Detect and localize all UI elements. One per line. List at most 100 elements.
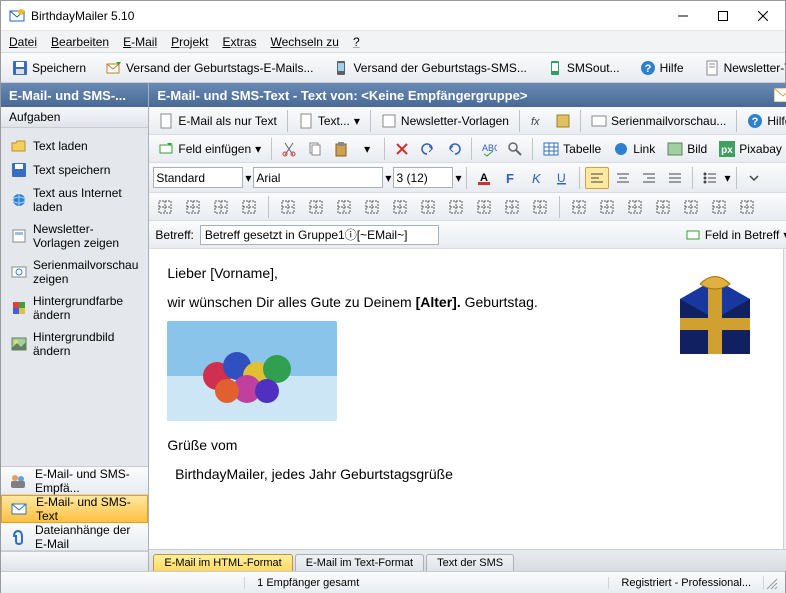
- link-button[interactable]: Link: [608, 137, 660, 161]
- smsout-button[interactable]: SMSout...: [542, 56, 625, 80]
- border-tool-6[interactable]: [332, 196, 356, 218]
- sidebar-item-text-laden[interactable]: Text laden: [5, 134, 144, 158]
- border-tool-5[interactable]: [304, 196, 328, 218]
- border-tool-20[interactable]: [735, 196, 759, 218]
- tab-sms[interactable]: Text der SMS: [426, 554, 514, 571]
- menu-wechseln[interactable]: Wechseln zu: [271, 35, 339, 49]
- sidebar-item-bgcolor[interactable]: Hintergrundfarbe ändern: [5, 290, 144, 326]
- title-bar: BirthdayMailer 5.10: [1, 1, 785, 31]
- subject-input[interactable]: [200, 225, 439, 245]
- nav-text[interactable]: E-Mail- und SMS-Text: [1, 495, 148, 523]
- size-select[interactable]: [393, 167, 453, 188]
- send-email-button[interactable]: Versand der Geburtstags-E-Mails...: [101, 56, 318, 80]
- resize-grip[interactable]: [763, 576, 779, 590]
- border-tool-4[interactable]: [276, 196, 300, 218]
- dropdown-icon[interactable]: ▾: [385, 171, 391, 185]
- border-tool-10[interactable]: [444, 196, 468, 218]
- delete-button[interactable]: [390, 138, 414, 160]
- more-button[interactable]: [742, 167, 766, 189]
- fontcolor-button[interactable]: A: [472, 167, 496, 189]
- disk-icon: [12, 60, 28, 76]
- dropdown-icon[interactable]: ▾: [245, 171, 251, 185]
- textonly-button[interactable]: E-Mail als nur Text: [153, 109, 281, 133]
- style-select[interactable]: [153, 167, 243, 188]
- font-select[interactable]: [253, 167, 383, 188]
- menu-email[interactable]: E-Mail: [123, 35, 157, 49]
- menu-datei[interactable]: Datei: [9, 35, 37, 49]
- nav-anhaenge[interactable]: Dateianhänge der E-Mail: [1, 523, 148, 551]
- border-tool-14[interactable]: [567, 196, 591, 218]
- nav-empfaenger[interactable]: E-Mail- und SMS-Empfä...: [1, 467, 148, 495]
- border-tool-19[interactable]: [707, 196, 731, 218]
- border-tool-17[interactable]: [651, 196, 675, 218]
- border-tool-15[interactable]: [595, 196, 619, 218]
- editor-toolbar-2: Feld einfügen▾ ▾ ABC Tabelle Link Bild p…: [149, 135, 786, 163]
- tab-text[interactable]: E-Mail im Text-Format: [295, 554, 424, 571]
- sidebar-item-internet-laden[interactable]: Text aus Internet laden: [5, 182, 144, 218]
- newsletter-button[interactable]: Newsletter-Versand-Softw: [699, 56, 785, 80]
- cut-button[interactable]: [277, 138, 301, 160]
- sidebar-item-text-speichern[interactable]: Text speichern: [5, 158, 144, 182]
- help-button-2[interactable]: ?Hilfe: [742, 109, 786, 133]
- close-button[interactable]: [743, 2, 783, 30]
- paste-button[interactable]: [329, 138, 353, 160]
- send-sms-button[interactable]: Versand der Geburtstags-SMS...: [328, 56, 531, 80]
- palette-icon: [11, 300, 27, 316]
- help-button[interactable]: ?Hilfe: [635, 56, 689, 80]
- preview-button[interactable]: Serienmailvorschau...: [586, 109, 731, 133]
- editor-area[interactable]: Lieber [Vorname], wir wünschen Dir alles…: [149, 249, 786, 549]
- border-tool-8[interactable]: [388, 196, 412, 218]
- copy-button[interactable]: [303, 138, 327, 160]
- border-tool-7[interactable]: [360, 196, 384, 218]
- pixabay-button[interactable]: pxPixabay: [714, 137, 786, 161]
- insertfield-button[interactable]: Feld einfügen▾: [153, 137, 266, 161]
- globe-icon: [11, 192, 27, 208]
- align-center-button[interactable]: [611, 167, 635, 189]
- menu-help[interactable]: ?: [353, 35, 360, 49]
- border-tool-16[interactable]: [623, 196, 647, 218]
- border-tool-11[interactable]: [472, 196, 496, 218]
- mailtext-icon: [10, 500, 28, 518]
- gift-image: [670, 269, 760, 359]
- tool-button[interactable]: [551, 110, 575, 132]
- italic-button[interactable]: K: [524, 167, 548, 189]
- tab-html[interactable]: E-Mail im HTML-Format: [153, 554, 292, 571]
- image-button[interactable]: Bild: [662, 137, 712, 161]
- spellcheck-button[interactable]: ABC: [477, 138, 501, 160]
- border-tool-9[interactable]: [416, 196, 440, 218]
- find-button[interactable]: [503, 138, 527, 160]
- paste-dropdown[interactable]: ▾: [355, 138, 379, 160]
- minimize-button[interactable]: [663, 2, 703, 30]
- app-icon: [9, 8, 25, 24]
- sidebar-item-vorschau[interactable]: Serienmailvorschau zeigen: [5, 254, 144, 290]
- border-tool-2[interactable]: [209, 196, 233, 218]
- sidebar-item-bgimage[interactable]: Hintergrundbild ändern: [5, 326, 144, 362]
- align-left-button[interactable]: [585, 167, 609, 189]
- underline-button[interactable]: U: [550, 167, 574, 189]
- save-button[interactable]: Speichern: [7, 56, 91, 80]
- border-tool-18[interactable]: [679, 196, 703, 218]
- border-tool-3[interactable]: [237, 196, 261, 218]
- dropdown-icon[interactable]: ▾: [455, 171, 461, 185]
- menu-projekt[interactable]: Projekt: [171, 35, 208, 49]
- border-tool-1[interactable]: [181, 196, 205, 218]
- field-in-subject-button[interactable]: Feld in Betreff▾: [680, 223, 786, 247]
- menu-bearbeiten[interactable]: Bearbeiten: [51, 35, 109, 49]
- border-tool-12[interactable]: [500, 196, 524, 218]
- border-tool-0[interactable]: [153, 196, 177, 218]
- bold-button[interactable]: F: [498, 167, 522, 189]
- border-tool-13[interactable]: [528, 196, 552, 218]
- table-button[interactable]: Tabelle: [538, 137, 606, 161]
- menu-extras[interactable]: Extras: [222, 35, 256, 49]
- dropdown-icon[interactable]: ▾: [724, 171, 730, 185]
- align-right-button[interactable]: [637, 167, 661, 189]
- templates-button[interactable]: Newsletter-Vorlagen: [376, 109, 514, 133]
- sidebar-item-vorlagen[interactable]: Newsletter-Vorlagen zeigen: [5, 218, 144, 254]
- text-button[interactable]: Text...▾: [293, 109, 365, 133]
- fx-button[interactable]: fx: [525, 110, 549, 132]
- bullet-list-button[interactable]: [698, 167, 722, 189]
- undo-button[interactable]: [416, 138, 440, 160]
- maximize-button[interactable]: [703, 2, 743, 30]
- redo-button[interactable]: [442, 138, 466, 160]
- align-justify-button[interactable]: [663, 167, 687, 189]
